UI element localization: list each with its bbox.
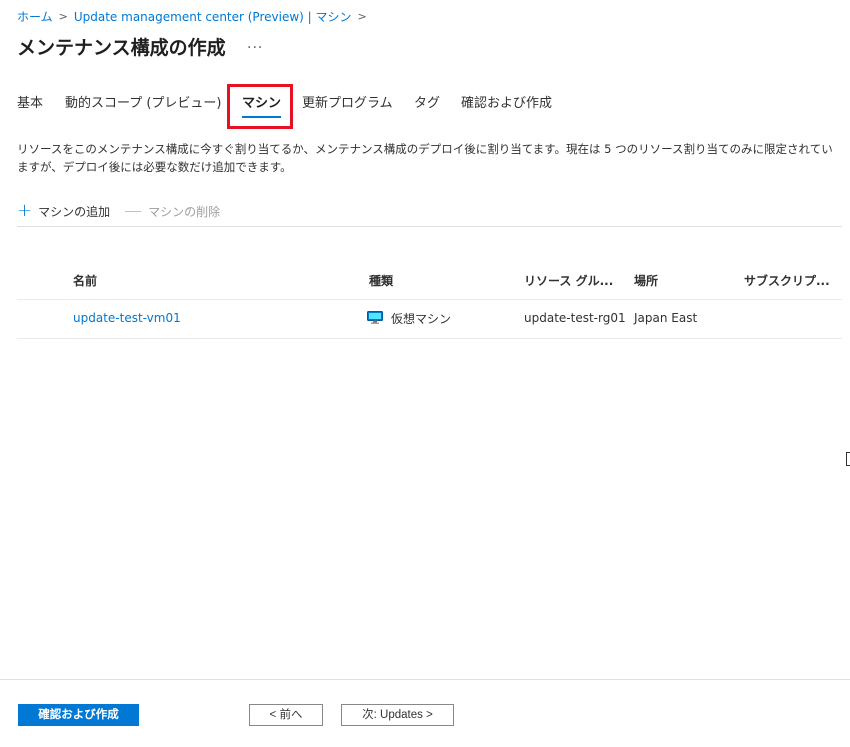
footer-divider — [0, 679, 850, 680]
minus-icon: — — [124, 200, 143, 221]
breadcrumb-update-management-center[interactable]: Update management center (Preview) | マシン — [74, 8, 352, 25]
description-text: リソースをこのメンテナンス構成に今すぐ割り当てるか、メンテナンス構成のデプロイ後… — [17, 142, 833, 174]
chevron-right-icon: > — [357, 10, 367, 23]
table-row: update-test-vm01 仮想マシン update-test-rg01 … — [17, 300, 842, 339]
add-machine-button[interactable]: + マシンの追加 — [17, 202, 110, 220]
next-updates-button[interactable]: 次: Updates > — [341, 704, 454, 726]
resize-handle[interactable] — [846, 452, 850, 466]
resource-group-cell: update-test-rg01 — [524, 311, 626, 325]
machine-type-cell: 仮想マシン — [367, 310, 451, 327]
machine-type-label: 仮想マシン — [391, 312, 452, 326]
column-header-name[interactable]: 名前 — [73, 272, 97, 289]
remove-machine-button[interactable]: — マシンの削除 — [124, 202, 220, 220]
table-header: 名前 種類 リソース グル... 場所 サブスクリプ... — [17, 262, 842, 300]
column-header-resource-group[interactable]: リソース グル... — [524, 272, 613, 289]
previous-button[interactable]: < 前へ — [249, 704, 323, 726]
chevron-right-icon: > — [58, 10, 68, 23]
plus-icon: + — [17, 200, 33, 221]
virtual-machine-icon — [367, 311, 383, 324]
remove-machine-label: マシンの削除 — [148, 204, 221, 219]
page-title: メンテナンス構成の作成 — [17, 37, 226, 59]
toolbar: + マシンの追加 — マシンの削除 — [17, 200, 234, 222]
column-header-subscription[interactable]: サブスクリプ... — [744, 272, 830, 289]
tab-updates[interactable]: 更新プログラム — [302, 92, 393, 118]
add-machine-label: マシンの追加 — [38, 204, 111, 219]
tab-dynamic-scope[interactable]: 動的スコープ (プレビュー) — [65, 92, 222, 118]
machines-table: 名前 種類 リソース グル... 場所 サブスクリプ... update-tes… — [17, 262, 842, 339]
column-header-type[interactable]: 種類 — [369, 272, 393, 289]
toolbar-divider — [17, 226, 842, 227]
tab-review-create[interactable]: 確認および作成 — [461, 92, 552, 118]
breadcrumb-home[interactable]: ホーム — [17, 8, 53, 25]
tab-basics[interactable]: 基本 — [17, 92, 43, 118]
review-create-button[interactable]: 確認および作成 — [18, 704, 139, 726]
location-cell: Japan East — [634, 311, 698, 325]
column-header-location[interactable]: 場所 — [634, 272, 658, 289]
tab-machines[interactable]: マシン — [242, 92, 282, 118]
tab-bar: 基本 動的スコープ (プレビュー) マシン 更新プログラム タグ 確認および作成 — [17, 92, 837, 122]
breadcrumb: ホーム > Update management center (Preview)… — [17, 8, 373, 25]
machine-name-link[interactable]: update-test-vm01 — [73, 311, 181, 325]
ellipsis-icon[interactable]: ... — [247, 36, 263, 52]
tab-tags[interactable]: タグ — [414, 92, 440, 118]
